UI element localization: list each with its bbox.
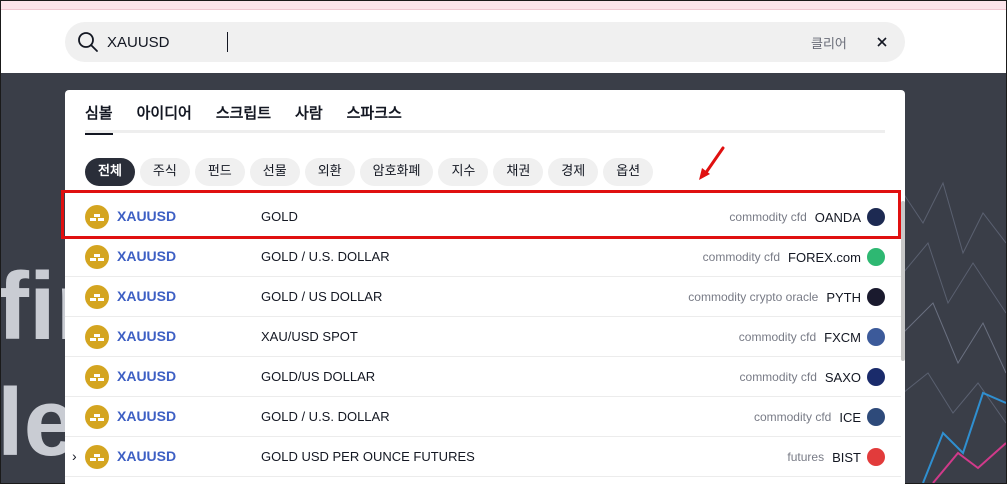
result-type: commodity cfd <box>738 330 817 344</box>
exchange-logo-icon <box>867 368 885 386</box>
expand-chevron-icon[interactable]: › <box>72 448 77 464</box>
result-exchange: FOREX.com <box>788 249 861 265</box>
gold-coin-icon <box>85 245 109 269</box>
search-icon <box>78 32 98 52</box>
result-row[interactable]: XAUUSD GOLD / U.S. DOLLAR commodity cfd ICE <box>65 397 901 437</box>
result-symbol: XAUUSD <box>117 448 177 464</box>
result-exchange: BIST <box>832 449 861 465</box>
search-input[interactable] <box>107 22 707 62</box>
filter-futures[interactable]: 선물 <box>249 158 300 186</box>
result-symbol: XAUUSD <box>117 288 177 304</box>
close-icon[interactable] <box>875 35 889 49</box>
top-strip <box>1 1 1006 10</box>
result-exchange: ICE <box>839 409 861 425</box>
main-tabs: 심볼 아이디어 스크립트 사람 스파크스 <box>85 102 402 135</box>
result-symbol: XAUUSD <box>117 408 177 424</box>
result-type: commodity cfd <box>739 370 817 384</box>
result-description: XAU/USD SPOT <box>261 329 358 344</box>
exchange-logo-icon <box>867 288 885 306</box>
result-exchange: OANDA <box>814 209 861 225</box>
exchange-logo-icon <box>867 208 885 226</box>
result-meta: commodity cfd ICE <box>754 397 885 437</box>
results-list: XAUUSD GOLD commodity cfd OANDA XAUUSD GOLD /… <box>65 197 901 477</box>
filter-indices[interactable]: 지수 <box>438 158 489 186</box>
filter-bonds[interactable]: 채권 <box>493 158 544 186</box>
gold-coin-icon <box>85 445 109 469</box>
tab-sparks[interactable]: 스파크스 <box>347 102 402 132</box>
gold-coin-icon <box>85 405 109 429</box>
result-description: GOLD / U.S. DOLLAR <box>261 249 390 264</box>
result-symbol: XAUUSD <box>117 368 177 384</box>
result-meta: commodity cfd FXCM <box>739 317 885 357</box>
result-symbol: XAUUSD <box>117 328 177 344</box>
background-chart <box>903 181 1006 483</box>
filter-options[interactable]: 옵션 <box>603 158 654 186</box>
scrollbar[interactable] <box>901 201 905 361</box>
result-description: GOLD / U.S. DOLLAR <box>261 409 390 424</box>
result-meta: commodity cfd FOREX.com <box>703 237 885 277</box>
result-symbol: XAUUSD <box>117 248 177 264</box>
result-row[interactable]: › XAUUSD GOLD USD PER OUNCE FUTURES futures… <box>65 437 901 477</box>
result-type: commodity cfd <box>729 210 807 224</box>
filter-economy[interactable]: 경제 <box>548 158 599 186</box>
result-row[interactable]: XAUUSD GOLD/US DOLLAR commodity cfd SAXO <box>65 357 901 397</box>
result-meta: commodity cfd SAXO <box>740 357 885 397</box>
result-description: GOLD USD PER OUNCE FUTURES <box>261 449 475 464</box>
result-type: commodity crypto oracle <box>688 290 819 304</box>
tab-symbols[interactable]: 심볼 <box>85 102 113 135</box>
gold-coin-icon <box>85 365 109 389</box>
result-row[interactable]: XAUUSD XAU/USD SPOT commodity cfd FXCM <box>65 317 901 357</box>
exchange-logo-icon <box>867 248 885 266</box>
clear-button[interactable]: 클리어 <box>811 33 847 52</box>
result-symbol: XAUUSD <box>117 208 177 224</box>
result-exchange: FXCM <box>824 329 861 345</box>
filter-chips: 전체 주식 펀드 선물 외환 암호화폐 지수 채권 경제 옵션 <box>85 158 654 186</box>
exchange-logo-icon <box>867 408 885 426</box>
filter-forex[interactable]: 외환 <box>304 158 355 186</box>
gold-coin-icon <box>85 205 109 229</box>
result-type: commodity cfd <box>702 250 781 264</box>
result-description: GOLD <box>261 209 298 224</box>
tab-divider <box>85 130 885 133</box>
result-exchange: SAXO <box>824 369 861 385</box>
gold-coin-icon <box>85 325 109 349</box>
result-description: GOLD / US DOLLAR <box>261 289 383 304</box>
text-caret <box>227 32 228 52</box>
result-meta: commodity crypto oracle PYTH <box>688 277 885 317</box>
tab-people[interactable]: 사람 <box>295 102 323 132</box>
search-results-panel: 심볼 아이디어 스크립트 사람 스파크스 전체 주식 펀드 선물 외환 암호화폐… <box>65 90 905 484</box>
result-type: commodity cfd <box>753 410 832 424</box>
result-meta: futures BIST <box>787 437 885 477</box>
exchange-logo-icon <box>867 328 885 346</box>
tab-scripts[interactable]: 스크립트 <box>216 102 271 132</box>
search-bar[interactable]: 클리어 <box>65 22 905 62</box>
result-exchange: PYTH <box>826 289 861 305</box>
gold-coin-icon <box>85 285 109 309</box>
result-type: futures <box>787 450 825 464</box>
result-row[interactable]: XAUUSD GOLD / US DOLLAR commodity crypto o… <box>65 277 901 317</box>
exchange-logo-icon <box>867 448 885 466</box>
result-row[interactable]: XAUUSD GOLD commodity cfd OANDA <box>65 197 901 237</box>
filter-all[interactable]: 전체 <box>85 158 135 186</box>
result-meta: commodity cfd OANDA <box>729 197 885 237</box>
search-header: 클리어 <box>1 10 1006 73</box>
filter-funds[interactable]: 펀드 <box>194 158 245 186</box>
tab-ideas[interactable]: 아이디어 <box>137 102 192 132</box>
annotation-arrow-icon <box>699 146 725 180</box>
result-row[interactable]: XAUUSD GOLD / U.S. DOLLAR commodity cfd FOR… <box>65 237 901 277</box>
filter-stocks[interactable]: 주식 <box>139 158 190 186</box>
result-description: GOLD/US DOLLAR <box>261 369 376 384</box>
filter-crypto[interactable]: 암호화폐 <box>359 158 434 186</box>
